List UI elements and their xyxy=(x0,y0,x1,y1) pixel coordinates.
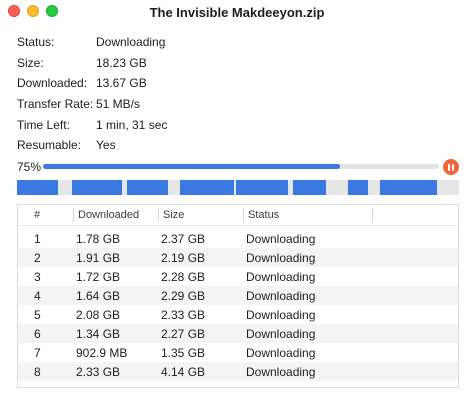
column-divider[interactable] xyxy=(372,208,373,222)
window-controls xyxy=(8,5,58,17)
table-header: # Downloaded Size Status xyxy=(18,205,458,226)
minimize-window-button[interactable] xyxy=(27,5,39,17)
cell-size: 2.27 GB xyxy=(161,327,206,341)
info-value: Downloading xyxy=(96,35,166,50)
cell-status: Downloading xyxy=(246,346,316,360)
cell-downloaded: 1.34 GB xyxy=(76,327,121,341)
segment-1 xyxy=(17,180,58,195)
cell-status: Downloading xyxy=(246,308,316,322)
info-row-downloaded: Downloaded: 13.67 GB xyxy=(17,73,167,94)
table-row[interactable]: 3 1.72 GB 2.28 GB Downloading xyxy=(18,267,458,286)
segment-4 xyxy=(180,180,234,195)
cell-downloaded: 1.78 GB xyxy=(76,232,121,246)
cell-number: 1 xyxy=(34,232,41,246)
download-window: The Invisible Makdeeyon.zip Status: Down… xyxy=(0,0,474,408)
cell-status: Downloading xyxy=(246,270,316,284)
table-row[interactable]: 7 902.9 MB 1.35 GB Downloading xyxy=(18,343,458,362)
table-row[interactable]: 1 1.78 GB 2.37 GB Downloading xyxy=(18,229,458,248)
table-row[interactable]: 6 1.34 GB 2.27 GB Downloading xyxy=(18,324,458,343)
cell-downloaded: 1.91 GB xyxy=(76,251,121,265)
title-bar: The Invisible Makdeeyon.zip xyxy=(0,0,474,24)
cell-size: 2.37 GB xyxy=(161,232,206,246)
pause-icon xyxy=(447,163,455,171)
cell-size: 1.35 GB xyxy=(161,346,206,360)
info-label: Status: xyxy=(17,35,55,50)
progress-bar xyxy=(43,164,439,169)
cell-status: Downloading xyxy=(246,251,316,265)
column-header-number[interactable]: # xyxy=(34,209,40,221)
cell-status: Downloading xyxy=(246,289,316,303)
segment-3 xyxy=(127,180,168,195)
cell-downloaded: 1.72 GB xyxy=(76,270,121,284)
cell-number: 4 xyxy=(34,289,41,303)
zoom-window-button[interactable] xyxy=(46,5,58,17)
segment-7 xyxy=(348,180,368,195)
cell-number: 7 xyxy=(34,346,41,360)
info-row-resumable: Resumable: Yes xyxy=(17,135,167,156)
table-row[interactable]: 4 1.64 GB 2.29 GB Downloading xyxy=(18,286,458,305)
column-header-size[interactable]: Size xyxy=(163,209,184,221)
cell-downloaded: 902.9 MB xyxy=(76,346,128,360)
info-label: Downloaded: xyxy=(17,76,88,91)
close-window-button[interactable] xyxy=(8,5,20,17)
info-label: Size: xyxy=(17,55,44,70)
info-label: Transfer Rate: xyxy=(17,97,94,112)
download-info: Status: Downloading Size: 18.23 GB Downl… xyxy=(17,32,167,156)
info-row-time-left: Time Left: 1 min, 31 sec xyxy=(17,114,167,135)
info-label: Resumable: xyxy=(17,138,82,153)
cell-status: Downloading xyxy=(246,327,316,341)
column-header-downloaded[interactable]: Downloaded xyxy=(78,209,139,221)
segment-5 xyxy=(236,180,288,195)
table-row[interactable]: 8 2.33 GB 4.14 GB Downloading xyxy=(18,362,458,381)
info-row-size: Size: 18.23 GB xyxy=(17,53,167,74)
cell-status: Downloading xyxy=(246,365,316,379)
info-row-status: Status: Downloading xyxy=(17,32,167,53)
cell-size: 2.19 GB xyxy=(161,251,206,265)
cell-number: 3 xyxy=(34,270,41,284)
info-value: Yes xyxy=(96,138,116,153)
window-title: The Invisible Makdeeyon.zip xyxy=(149,4,325,20)
info-value: 13.67 GB xyxy=(96,76,147,91)
cell-size: 2.28 GB xyxy=(161,270,206,284)
cell-status: Downloading xyxy=(246,232,316,246)
cell-number: 2 xyxy=(34,251,41,265)
table-row[interactable]: 2 1.91 GB 2.19 GB Downloading xyxy=(18,248,458,267)
segment-progress-strip xyxy=(17,180,459,195)
cell-downloaded: 2.08 GB xyxy=(76,308,121,322)
segment-6 xyxy=(293,180,326,195)
pause-button[interactable] xyxy=(443,159,459,175)
info-value: 18.23 GB xyxy=(96,55,147,70)
cell-number: 5 xyxy=(34,308,41,322)
table-body: 1 1.78 GB 2.37 GB Downloading 2 1.91 GB 2.19 G… xyxy=(18,229,458,381)
cell-size: 2.33 GB xyxy=(161,308,206,322)
segment-2 xyxy=(72,180,122,195)
column-divider[interactable] xyxy=(158,208,159,222)
segments-table: # Downloaded Size Status 1 1.78 GB 2.37 GB… xyxy=(17,204,459,388)
progress-percent: 75% xyxy=(17,160,42,174)
progress-row: 75% xyxy=(17,158,459,176)
cell-number: 8 xyxy=(34,365,41,379)
column-header-status[interactable]: Status xyxy=(248,209,279,221)
progress-bar-fill xyxy=(43,164,340,169)
info-value: 1 min, 31 sec xyxy=(96,117,168,132)
cell-downloaded: 1.64 GB xyxy=(76,289,121,303)
info-value: 51 MB/s xyxy=(96,97,141,112)
column-divider[interactable] xyxy=(73,208,74,222)
cell-number: 6 xyxy=(34,327,41,341)
column-divider[interactable] xyxy=(243,208,244,222)
info-row-transfer-rate: Transfer Rate: 51 MB/s xyxy=(17,94,167,115)
cell-size: 2.29 GB xyxy=(161,289,206,303)
segment-8 xyxy=(380,180,437,195)
cell-downloaded: 2.33 GB xyxy=(76,365,121,379)
info-label: Time Left: xyxy=(17,117,70,132)
table-row[interactable]: 5 2.08 GB 2.33 GB Downloading xyxy=(18,305,458,324)
cell-size: 4.14 GB xyxy=(161,365,206,379)
